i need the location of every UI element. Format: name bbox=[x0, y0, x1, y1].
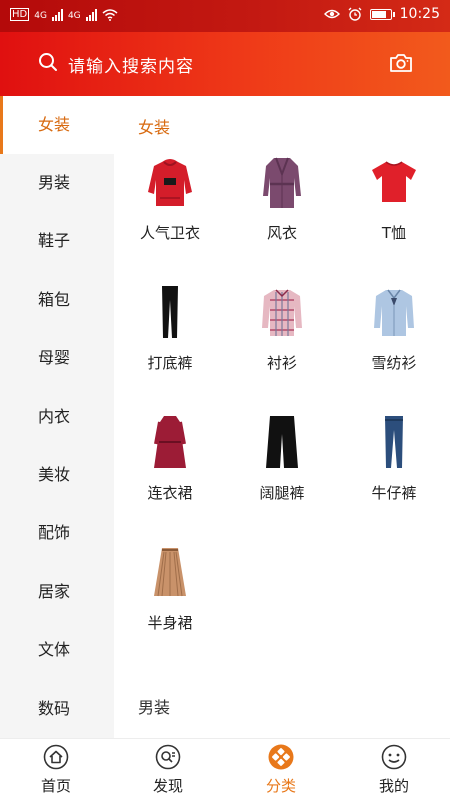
plaid-shirt-icon bbox=[262, 289, 302, 336]
status-left: HD 4G 4G bbox=[10, 8, 118, 21]
tab-home[interactable]: 首页 bbox=[0, 739, 112, 800]
subcategory-label: 人气卫衣 bbox=[139, 224, 200, 242]
subcategory-wide-pants[interactable]: 阔腿裤 bbox=[226, 414, 338, 544]
subcategory-dress[interactable]: 连衣裙 bbox=[114, 414, 226, 544]
section-title-men: 男装 bbox=[138, 698, 171, 717]
camera-icon[interactable] bbox=[389, 52, 413, 74]
trench-coat-icon bbox=[263, 157, 301, 208]
sidebar-item-label: 鞋子 bbox=[37, 231, 70, 251]
profile-icon bbox=[381, 744, 407, 770]
sidebar-item-label: 配饰 bbox=[37, 523, 70, 543]
tab-label: 发现 bbox=[152, 777, 183, 795]
sidebar-item-label: 美妆 bbox=[37, 464, 70, 484]
jeans-icon bbox=[385, 416, 403, 468]
red-dress-icon bbox=[154, 416, 186, 468]
sidebar-item-beauty[interactable]: 美妆 bbox=[0, 446, 114, 504]
wifi-icon bbox=[102, 9, 118, 21]
subcategory-leggings[interactable]: 打底裤 bbox=[114, 284, 226, 414]
subcategory-hoodie[interactable]: 人气卫衣 bbox=[114, 154, 226, 284]
alarm-icon bbox=[348, 7, 362, 21]
sidebar-item-label: 母婴 bbox=[37, 348, 70, 368]
subcategory-chiffon[interactable]: 雪纺衫 bbox=[338, 284, 450, 414]
red-hoodie-icon bbox=[148, 159, 192, 206]
home-icon bbox=[43, 744, 69, 770]
tab-label: 分类 bbox=[265, 777, 296, 795]
subcategory-label: 雪纺衫 bbox=[371, 354, 417, 372]
sidebar-item-men[interactable]: 男装 bbox=[0, 154, 114, 212]
category-content: 女装 人气卫衣 风衣 T恤 打底裤 衬衫 雪纺衫 连衣裙 阔腿裤 牛仔裤 半身裙… bbox=[114, 96, 450, 738]
signal-icon bbox=[51, 9, 63, 21]
subcategory-label: T恤 bbox=[381, 224, 407, 242]
sidebar-item-underwear[interactable]: 内衣 bbox=[0, 388, 114, 446]
sidebar-item-label: 数码 bbox=[37, 698, 70, 718]
network-type: 4G bbox=[34, 11, 47, 21]
network-type-2: 4G bbox=[67, 11, 81, 21]
subcategory-label: 阔腿裤 bbox=[259, 484, 305, 502]
subcategory-trench-coat[interactable]: 风衣 bbox=[226, 154, 338, 284]
tab-label: 首页 bbox=[40, 777, 71, 795]
sidebar-item-stationery[interactable]: 文体 bbox=[0, 621, 114, 679]
sidebar-item-label: 男装 bbox=[37, 173, 70, 192]
subcategory-jeans[interactable]: 牛仔裤 bbox=[338, 414, 450, 544]
eye-icon bbox=[323, 9, 340, 19]
discover-icon bbox=[155, 744, 181, 770]
tab-category[interactable]: 分类 bbox=[225, 739, 337, 800]
wide-pants-icon bbox=[266, 416, 298, 468]
battery-icon bbox=[369, 8, 395, 20]
subcategory-label: 风衣 bbox=[266, 224, 297, 242]
sidebar-item-digital[interactable]: 数码 bbox=[0, 680, 114, 738]
black-leggings-icon bbox=[162, 286, 178, 338]
pleated-skirt-icon bbox=[154, 548, 186, 597]
status-bar: HD 4G 4G 10:25 bbox=[0, 0, 450, 32]
tab-discover[interactable]: 发现 bbox=[112, 739, 224, 800]
tab-label: 我的 bbox=[378, 777, 409, 795]
subcategory-label: 半身裙 bbox=[147, 614, 193, 632]
status-time: 10:25 bbox=[399, 6, 440, 22]
sidebar-item-bags[interactable]: 箱包 bbox=[0, 271, 114, 329]
signal-icon-2 bbox=[85, 9, 97, 21]
subcategory-tshirt[interactable]: T恤 bbox=[338, 154, 450, 284]
subcategory-shirt[interactable]: 衬衫 bbox=[226, 284, 338, 414]
subcategory-label: 打底裤 bbox=[147, 354, 193, 372]
sidebar-item-shoes[interactable]: 鞋子 bbox=[0, 212, 114, 270]
search-icon[interactable] bbox=[38, 52, 58, 72]
sidebar-item-label: 文体 bbox=[37, 640, 70, 660]
sidebar-item-accessories[interactable]: 配饰 bbox=[0, 504, 114, 562]
chiffon-blouse-icon bbox=[374, 289, 414, 336]
sidebar-item-home[interactable]: 居家 bbox=[0, 563, 114, 621]
tab-profile[interactable]: 我的 bbox=[338, 739, 450, 800]
bottom-tab-bar: 首页 发现 分类 我的 bbox=[0, 738, 450, 800]
sidebar-item-women[interactable]: 女装 bbox=[0, 96, 114, 154]
subcategory-label: 牛仔裤 bbox=[371, 484, 417, 502]
search-input[interactable]: 请输入搜索内容 bbox=[68, 52, 194, 77]
subcategory-label: 衬衫 bbox=[266, 354, 297, 372]
sidebar-item-label: 内衣 bbox=[37, 406, 70, 426]
search-bar[interactable]: 请输入搜索内容 bbox=[0, 32, 450, 96]
sidebar-item-label: 居家 bbox=[37, 581, 70, 601]
status-right: 10:25 bbox=[323, 6, 440, 22]
subcategory-label: 连衣裙 bbox=[147, 484, 193, 502]
category-icon bbox=[268, 744, 294, 770]
sidebar-item-label: 女装 bbox=[37, 115, 70, 134]
red-tshirt-icon bbox=[372, 161, 416, 202]
hd-indicator: HD bbox=[10, 8, 30, 21]
subcategory-skirt[interactable]: 半身裙 bbox=[114, 544, 226, 674]
sidebar-item-label: 箱包 bbox=[37, 289, 70, 309]
header: HD 4G 4G 10:25 请输入搜索内容 bbox=[0, 0, 450, 96]
category-sidebar: 女装 男装 鞋子 箱包 母婴 内衣 美妆 配饰 居家 文体 数码 bbox=[0, 96, 114, 738]
sidebar-item-baby[interactable]: 母婴 bbox=[0, 329, 114, 387]
section-title-women: 女装 bbox=[138, 118, 171, 137]
